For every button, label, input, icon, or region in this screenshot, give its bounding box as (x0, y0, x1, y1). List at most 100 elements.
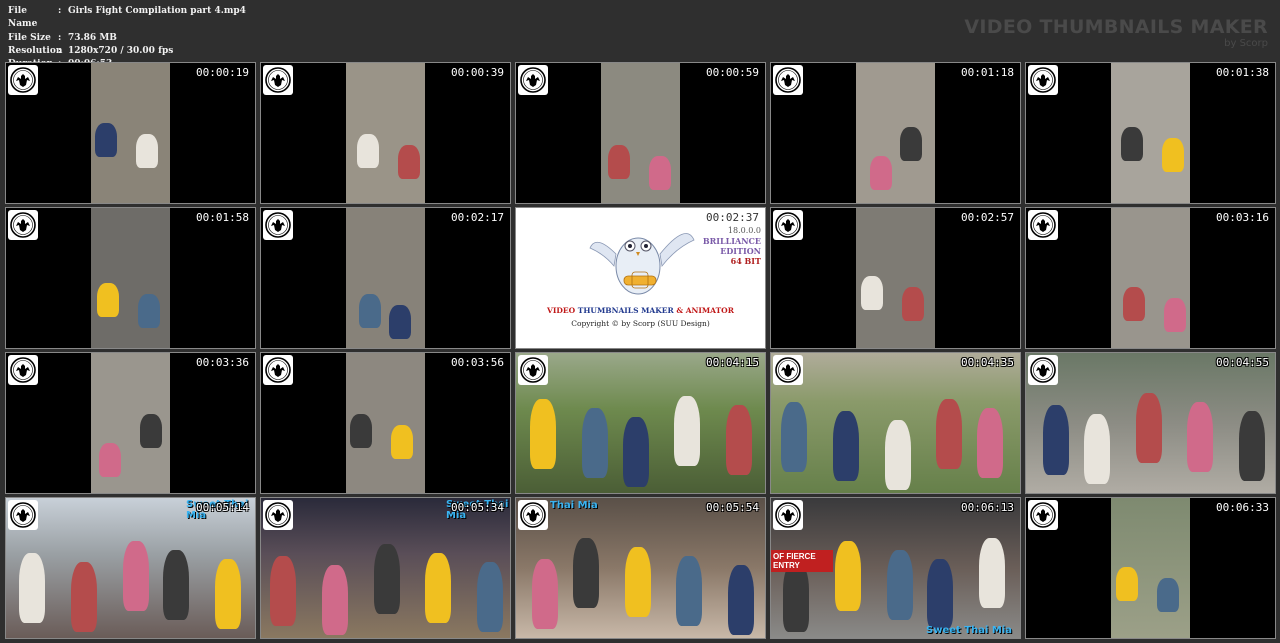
splash-title: VIDEO THUMBNAILS MAKER & ANIMATOR (516, 306, 765, 315)
timestamp-label: 00:04:55 (1216, 356, 1269, 369)
edition-text: BRILLIANCE (702, 236, 761, 246)
person-figure (870, 156, 892, 190)
timestamp-label: 00:00:59 (706, 66, 759, 79)
person-figure (625, 547, 651, 617)
person-figure (726, 405, 752, 475)
person-figure (530, 399, 556, 469)
timestamp-label: 00:03:16 (1216, 211, 1269, 224)
timestamp-label: 00:02:17 (451, 211, 504, 224)
timestamp-label: 00:04:35 (961, 356, 1014, 369)
video-thumbnail[interactable]: Sweet Thai Mia 00:05:14 (5, 497, 256, 639)
thumbnail-frame-image (1111, 498, 1190, 638)
video-thumbnail[interactable]: 00:03:56 (260, 352, 511, 494)
person-figure (1136, 393, 1162, 463)
video-thumbnail[interactable]: 00:04:55 (1025, 352, 1276, 494)
video-thumbnail[interactable]: 00:02:57 (770, 207, 1021, 349)
edition-text: EDITION (720, 246, 761, 256)
video-thumbnail[interactable]: 18.0.0.0 BRILLIANCE EDITION 64 BIT VIDEO THU… (515, 207, 766, 349)
channel-emblem-icon (263, 210, 293, 240)
person-figure (833, 411, 859, 481)
timestamp-label: 00:01:38 (1216, 66, 1269, 79)
thumbnail-frame-image (516, 498, 765, 638)
thumbnail-frame-image (346, 63, 425, 203)
splash-title-part: & ANIMATOR (676, 306, 734, 315)
person-figure (374, 544, 400, 614)
video-thumbnail[interactable]: 00:03:36 (5, 352, 256, 494)
video-thumbnail[interactable]: 00:06:33 (1025, 497, 1276, 639)
person-figure (322, 565, 348, 635)
video-thumbnail[interactable]: 00:00:39 (260, 62, 511, 204)
video-thumbnail[interactable]: Thai Mia 00:05:54 (515, 497, 766, 639)
person-figure (140, 414, 162, 448)
splash-copyright: Copyright © by Scorp (SUU Design) (571, 319, 710, 328)
channel-emblem-icon (8, 210, 38, 240)
video-caption: Thai Mia (550, 500, 598, 511)
person-figure (1239, 411, 1265, 481)
thumbnail-grid: 00:00:19 00:00:39 00:00:59 00:01:18 00:01:38… (0, 0, 1280, 643)
person-figure (977, 408, 1003, 478)
person-figure (477, 562, 503, 632)
person-figure (532, 559, 558, 629)
channel-emblem-icon (8, 65, 38, 95)
person-figure (1164, 298, 1186, 332)
thumbnail-frame-image (346, 208, 425, 348)
channel-emblem-icon (263, 500, 293, 530)
person-figure (573, 538, 599, 608)
thumbnail-frame-image (516, 353, 765, 493)
thumbnail-frame-image (856, 63, 935, 203)
timestamp-label: 00:01:58 (196, 211, 249, 224)
timestamp-label: 00:00:39 (451, 66, 504, 79)
video-thumbnail[interactable]: 00:01:58 (5, 207, 256, 349)
person-figure (99, 443, 121, 477)
thumbnail-frame-image (856, 208, 935, 348)
person-figure (979, 538, 1005, 608)
video-thumbnail[interactable]: 00:00:59 (515, 62, 766, 204)
video-caption: Sweet Thai Mia (926, 625, 1012, 636)
person-figure (1157, 578, 1179, 612)
person-figure (835, 541, 861, 611)
person-figure (1187, 402, 1213, 472)
thumbnail-frame-image (1111, 63, 1190, 203)
timestamp-label: 00:06:13 (961, 501, 1014, 514)
video-thumbnail[interactable]: 00:04:35 (770, 352, 1021, 494)
person-figure (97, 283, 119, 317)
person-figure (900, 127, 922, 161)
video-thumbnail[interactable]: 00:03:16 (1025, 207, 1276, 349)
person-figure (1121, 127, 1143, 161)
person-figure (1084, 414, 1110, 484)
timestamp-label: 00:05:34 (451, 501, 504, 514)
video-thumbnail[interactable]: 00:02:17 (260, 207, 511, 349)
video-thumbnail[interactable]: Sweet Thai Mia 00:05:34 (260, 497, 511, 639)
timestamp-label: 00:05:54 (706, 501, 759, 514)
thumbnail-frame-image (91, 63, 170, 203)
person-figure (728, 565, 754, 635)
person-figure (1123, 287, 1145, 321)
channel-emblem-icon (8, 500, 38, 530)
channel-emblem-icon (263, 355, 293, 385)
person-figure (608, 145, 630, 179)
person-figure (359, 294, 381, 328)
person-figure (123, 541, 149, 611)
video-thumbnail[interactable]: Sweet Thai Mia OF FIERCE ENTRY 00:06:13 (770, 497, 1021, 639)
channel-emblem-icon (1028, 65, 1058, 95)
person-figure (936, 399, 962, 469)
thumbnail-frame-image (771, 353, 1020, 493)
person-figure (95, 123, 117, 157)
splash-version-block: 18.0.0.0 BRILLIANCE EDITION 64 BIT (703, 226, 761, 266)
person-figure (19, 553, 45, 623)
channel-emblem-icon (773, 65, 803, 95)
person-figure (781, 402, 807, 472)
channel-emblem-icon (773, 355, 803, 385)
person-figure (861, 276, 883, 310)
video-thumbnail[interactable]: 00:01:18 (770, 62, 1021, 204)
video-thumbnail[interactable]: 00:04:15 (515, 352, 766, 494)
video-thumbnail[interactable]: 00:01:38 (1025, 62, 1276, 204)
thumbnail-frame-image (91, 208, 170, 348)
person-figure (676, 556, 702, 626)
thumbnail-frame-image (91, 353, 170, 493)
thumbnail-frame-image (1111, 208, 1190, 348)
person-figure (350, 414, 372, 448)
video-thumbnail[interactable]: 00:00:19 (5, 62, 256, 204)
person-figure (783, 562, 809, 632)
thumbnail-frame-image (346, 353, 425, 493)
